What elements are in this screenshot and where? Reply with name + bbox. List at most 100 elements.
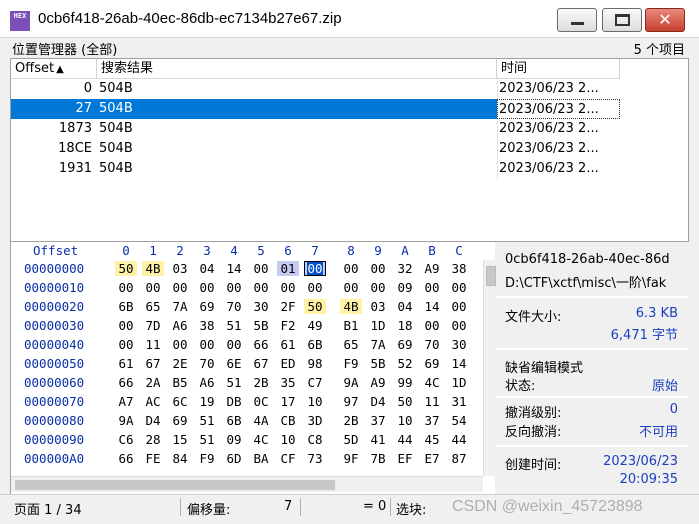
hex-byte[interactable]: 2A	[142, 375, 164, 390]
hex-byte[interactable]: 00	[250, 280, 272, 295]
hex-byte[interactable]: EF	[394, 451, 416, 466]
vertical-scrollbar[interactable]	[483, 260, 497, 476]
hex-byte[interactable]: 50	[304, 299, 326, 314]
hex-byte[interactable]: 00	[169, 337, 191, 352]
hex-byte[interactable]: 67	[142, 356, 164, 371]
hex-byte[interactable]: 11	[142, 337, 164, 352]
hex-byte[interactable]: 00	[340, 261, 362, 276]
hex-byte[interactable]: 11	[421, 394, 443, 409]
hex-byte[interactable]: 00	[115, 280, 137, 295]
hex-byte[interactable]: 2E	[169, 356, 191, 371]
hex-byte[interactable]: 00	[304, 261, 326, 276]
hex-byte[interactable]: 9F	[340, 451, 362, 466]
hex-byte[interactable]: D4	[367, 394, 389, 409]
hex-byte[interactable]: A6	[169, 318, 191, 333]
hex-byte[interactable]: 01	[277, 261, 299, 276]
hex-byte[interactable]: 99	[394, 375, 416, 390]
hex-byte[interactable]: 15	[169, 432, 191, 447]
hex-byte[interactable]: AC	[142, 394, 164, 409]
hex-byte[interactable]: 69	[394, 337, 416, 352]
hex-byte[interactable]: 00	[223, 337, 245, 352]
hex-byte[interactable]: 6B	[304, 337, 326, 352]
hex-byte[interactable]: 44	[394, 432, 416, 447]
hex-byte[interactable]: 28	[142, 432, 164, 447]
column-header-offset[interactable]: Offset ▲	[11, 59, 97, 79]
hex-byte[interactable]: 3D	[304, 413, 326, 428]
hex-byte[interactable]: 38	[196, 318, 218, 333]
minimize-button[interactable]	[557, 8, 597, 32]
hex-byte[interactable]: 4C	[250, 432, 272, 447]
search-results-list[interactable]: Offset ▲ 搜索结果 时间 0 504B 2023/06/23 2... 27 50…	[10, 58, 689, 242]
hex-byte[interactable]: 66	[115, 451, 137, 466]
hex-byte[interactable]: 2B	[250, 375, 272, 390]
hex-byte[interactable]: 00	[277, 280, 299, 295]
hex-byte[interactable]: 1D	[448, 375, 470, 390]
hex-byte[interactable]: 7A	[367, 337, 389, 352]
hex-byte[interactable]: 32	[394, 261, 416, 276]
hex-byte[interactable]: 38	[448, 261, 470, 276]
hex-byte[interactable]: 00	[115, 337, 137, 352]
hex-byte[interactable]: 44	[448, 432, 470, 447]
hex-byte[interactable]: B5	[169, 375, 191, 390]
hex-byte[interactable]: E7	[421, 451, 443, 466]
hex-byte[interactable]: 14	[223, 261, 245, 276]
hex-byte[interactable]: 7A	[169, 299, 191, 314]
hex-byte[interactable]: 18	[394, 318, 416, 333]
hex-byte[interactable]: 10	[394, 413, 416, 428]
hex-byte[interactable]: 51	[196, 413, 218, 428]
hex-byte[interactable]: 2B	[340, 413, 362, 428]
maximize-button[interactable]	[602, 8, 642, 32]
hex-byte[interactable]: 61	[277, 337, 299, 352]
hex-byte[interactable]: 50	[115, 261, 137, 276]
hex-byte[interactable]: 6B	[115, 299, 137, 314]
hex-row[interactable]: 00000060 66 2A B5 A6 51 2B 35 C7 9A A9 99 4C 1D	[11, 375, 483, 394]
hex-byte[interactable]: 31	[448, 394, 470, 409]
hex-byte[interactable]: 51	[223, 375, 245, 390]
hex-byte[interactable]: 2F	[277, 299, 299, 314]
hex-byte[interactable]: 00	[223, 280, 245, 295]
result-row[interactable]: 1873 504B 2023/06/23 2...	[11, 119, 620, 139]
hex-byte[interactable]: 00	[304, 280, 326, 295]
hex-view[interactable]: Offset 0123456789ABC 00000000 50 4B 03 04 14 0…	[10, 242, 497, 494]
hex-byte[interactable]: 7D	[142, 318, 164, 333]
hex-byte[interactable]: C8	[304, 432, 326, 447]
hex-byte[interactable]: 45	[421, 432, 443, 447]
hex-byte[interactable]: 00	[196, 337, 218, 352]
hex-row[interactable]: 00000030 00 7D A6 38 51 5B F2 49 B1 1D 18 00 00	[11, 318, 483, 337]
hex-byte[interactable]: 00	[196, 280, 218, 295]
hex-byte[interactable]: 69	[421, 356, 443, 371]
hex-byte[interactable]: 00	[421, 318, 443, 333]
hex-byte[interactable]: 70	[421, 337, 443, 352]
hex-byte[interactable]: 04	[196, 261, 218, 276]
hex-byte[interactable]: 6E	[223, 356, 245, 371]
hex-byte[interactable]: 61	[115, 356, 137, 371]
hex-byte[interactable]: 00	[448, 280, 470, 295]
hex-byte[interactable]: A9	[421, 261, 443, 276]
hex-byte[interactable]: 14	[421, 299, 443, 314]
hex-byte[interactable]: A9	[367, 375, 389, 390]
hex-byte[interactable]: 52	[394, 356, 416, 371]
hex-byte[interactable]: 70	[196, 356, 218, 371]
hex-byte[interactable]: 41	[367, 432, 389, 447]
hex-byte[interactable]: A7	[115, 394, 137, 409]
hex-byte[interactable]: 00	[421, 280, 443, 295]
hex-byte[interactable]: 7B	[367, 451, 389, 466]
hex-byte[interactable]: 6B	[223, 413, 245, 428]
hex-byte[interactable]: 67	[250, 356, 272, 371]
hex-byte[interactable]: 98	[304, 356, 326, 371]
hex-row[interactable]: 00000040 00 11 00 00 00 66 61 6B 65 7A 69 70 30	[11, 337, 483, 356]
hex-byte[interactable]: 66	[115, 375, 137, 390]
hex-row[interactable]: 00000070 A7 AC 6C 19 DB 0C 17 10 97 D4 50 11 31	[11, 394, 483, 413]
result-row[interactable]: 1931 504B 2023/06/23 2...	[11, 159, 620, 179]
hex-byte[interactable]: 35	[277, 375, 299, 390]
hex-byte[interactable]: 00	[367, 280, 389, 295]
hex-byte[interactable]: 00	[169, 280, 191, 295]
hex-byte[interactable]: 49	[304, 318, 326, 333]
hex-byte[interactable]: 00	[250, 261, 272, 276]
hex-byte[interactable]: 00	[448, 318, 470, 333]
hex-byte[interactable]: 03	[367, 299, 389, 314]
result-row[interactable]: 18CE 504B 2023/06/23 2...	[11, 139, 620, 159]
hex-byte[interactable]: 4B	[142, 261, 164, 276]
hex-row[interactable]: 00000080 9A D4 69 51 6B 4A CB 3D 2B 37 10 37 54	[11, 413, 483, 432]
hex-byte[interactable]: F9	[340, 356, 362, 371]
